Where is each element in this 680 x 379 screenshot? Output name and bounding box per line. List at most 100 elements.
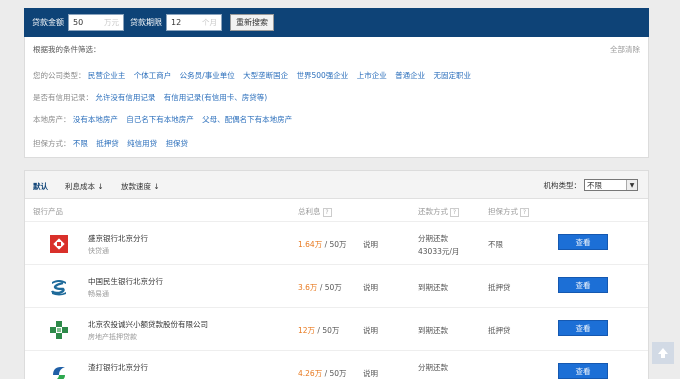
repay-method: 分期还款 [418,234,448,243]
col-guarantee-label: 担保方式 [488,207,518,216]
term-label: 贷款期限 [130,18,162,27]
interest-amount: 12万 [298,326,316,335]
product-name: 快贷通 [88,247,109,255]
filter-option[interactable]: 没有本地房产 [73,115,118,124]
table-row: 中国民生银行北京分行 畅易通 3.6万 / 50万 说明 到期还款 抵押贷 查看 [25,264,648,307]
bank-name[interactable]: 盛京银行北京分行 [88,233,148,244]
filter-option[interactable]: 公务员/事业单位 [180,71,235,80]
standard-chartered-logo-icon [53,367,65,379]
total-interest: 12万 / 50万 [298,325,339,336]
filter-option[interactable]: 父母、配偶名下有本地房产 [202,115,292,124]
loan-total: / 50万 [317,283,342,292]
filter-company-type: 您的公司类型： 民营企业主 个体工商户 公务员/事业单位 大型垄断国企 世界50… [33,70,477,81]
clear-all-link[interactable]: 全部清除 [610,44,640,55]
filter-option[interactable]: 无固定职业 [433,71,471,80]
total-interest: 3.6万 / 50万 [298,282,342,293]
filter-option[interactable]: 抵押贷 [96,139,119,148]
sort-interest-label: 利息成本 [65,182,95,191]
col-repay: 还款方式? [418,206,459,217]
product-name: 畅易通 [88,290,109,298]
search-bar: 贷款金额 50 万元 贷款期限 12 个月 重新搜索 [24,8,649,37]
filter-option[interactable]: 上市企业 [357,71,387,80]
col-guarantee: 担保方式? [488,206,529,217]
filter-label: 是否有信用记录： [33,93,93,102]
filter-label: 本地房产： [33,115,71,124]
view-button[interactable]: 查看 [558,363,608,379]
filter-option[interactable]: 允许没有信用记录 [95,93,155,102]
bank-name[interactable]: 中国民生银行北京分行 [88,276,163,287]
shengjing-bank-logo-icon [50,235,68,253]
sort-interest[interactable]: 利息成本 ↓ [65,181,104,192]
institution-type-filter: 机构类型： 不限 ▼ [543,179,638,191]
help-icon[interactable]: ? [322,207,332,217]
loan-total: / 50万 [322,369,347,378]
view-button[interactable]: 查看 [558,320,608,336]
sort-speed-label: 放款速度 [121,182,151,191]
explain-link[interactable]: 说明 [363,325,378,336]
filter-option[interactable]: 世界500强企业 [296,71,348,80]
term-unit: 个月 [202,18,217,27]
col-total-interest: 总利息? [298,206,332,217]
filter-label: 担保方式： [33,139,71,148]
amount-value: 50 [73,18,84,27]
results-panel: 默认 利息成本 ↓ 放款速度 ↓ 机构类型： 不限 ▼ 银行产品 总利息? 还款… [24,170,649,379]
arrow-down-icon: ↓ [153,182,160,191]
table-row: 渣打银行北京分行 4.26万 / 50万 说明 分期还款 查看 [25,350,648,379]
arrow-down-icon: ↓ [97,182,104,191]
filter-panel: 根据我的条件筛选： 全部清除 您的公司类型： 民营企业主 个体工商户 公务员/事… [24,37,649,158]
interest-amount: 1.64万 [298,240,323,249]
filter-option[interactable]: 大型垄断国企 [243,71,288,80]
sort-speed[interactable]: 放款速度 ↓ [121,181,160,192]
bank-name[interactable]: 渣打银行北京分行 [88,362,148,373]
bank-name[interactable]: 北京农投诚兴小额贷款股份有限公司 [88,319,208,330]
explain-link[interactable]: 说明 [363,239,378,250]
col-total-interest-label: 总利息 [298,207,321,216]
explain-link[interactable]: 说明 [363,368,378,379]
filter-option[interactable]: 普通企业 [395,71,425,80]
re-search-button[interactable]: 重新搜索 [230,14,274,31]
filter-option[interactable]: 自己名下有本地房产 [126,115,194,124]
col-repay-label: 还款方式 [418,207,448,216]
table-row: 盛京银行北京分行 快贷通 1.64万 / 50万 说明 分期还款 43033元/… [25,221,648,264]
institution-type-label: 机构类型： [543,180,582,190]
minsheng-bank-logo-icon [50,280,66,296]
chevron-down-icon: ▼ [626,180,637,190]
guarantee-type: 抵押贷 [488,283,511,292]
arrow-up-icon [658,348,668,358]
view-button[interactable]: 查看 [558,277,608,293]
filter-local-property: 本地房产： 没有本地房产 自己名下有本地房产 父母、配偶名下有本地房产 [33,114,298,125]
guarantee-type: 不限 [488,240,503,249]
institution-type-select[interactable]: 不限 ▼ [584,179,638,191]
filter-option[interactable]: 有信用记录(有信用卡、房贷等) [164,93,267,102]
amount-input[interactable]: 50 万元 [68,14,124,31]
back-to-top-button[interactable] [652,342,674,364]
sort-bar: 默认 利息成本 ↓ 放款速度 ↓ 机构类型： 不限 ▼ [25,171,648,199]
explain-link[interactable]: 说明 [363,282,378,293]
filter-option[interactable]: 个体工商户 [134,71,172,80]
amount-label: 贷款金额 [32,18,64,27]
filter-option[interactable]: 担保贷 [166,139,189,148]
col-product: 银行产品 [33,207,63,216]
filter-guarantee: 担保方式： 不限 抵押贷 纯信用贷 担保贷 [33,138,194,149]
term-value: 12 [171,18,182,27]
institution-type-value: 不限 [587,180,602,190]
repay-method: 到期还款 [418,326,448,335]
filter-label: 您的公司类型： [33,71,86,80]
filter-credit-record: 是否有信用记录： 允许没有信用记录 有信用记录(有信用卡、房贷等) [33,92,273,103]
repay-method: 到期还款 [418,283,448,292]
term-input[interactable]: 12 个月 [166,14,222,31]
loan-total: / 50万 [315,326,340,335]
help-icon[interactable]: ? [520,207,529,217]
sort-default[interactable]: 默认 [33,181,48,192]
product-name: 房地产抵押贷款 [88,333,137,341]
filter-option[interactable]: 民营企业主 [88,71,126,80]
filter-option[interactable]: 不限 [73,139,88,148]
filter-heading: 根据我的条件筛选： [33,45,101,54]
amount-unit: 万元 [104,18,119,27]
view-button[interactable]: 查看 [558,234,608,250]
help-icon[interactable]: ? [450,207,459,217]
interest-amount: 4.26万 [298,369,323,378]
total-interest: 1.64万 / 50万 [298,239,347,250]
total-interest: 4.26万 / 50万 [298,368,347,379]
filter-option[interactable]: 纯信用贷 [127,139,157,148]
